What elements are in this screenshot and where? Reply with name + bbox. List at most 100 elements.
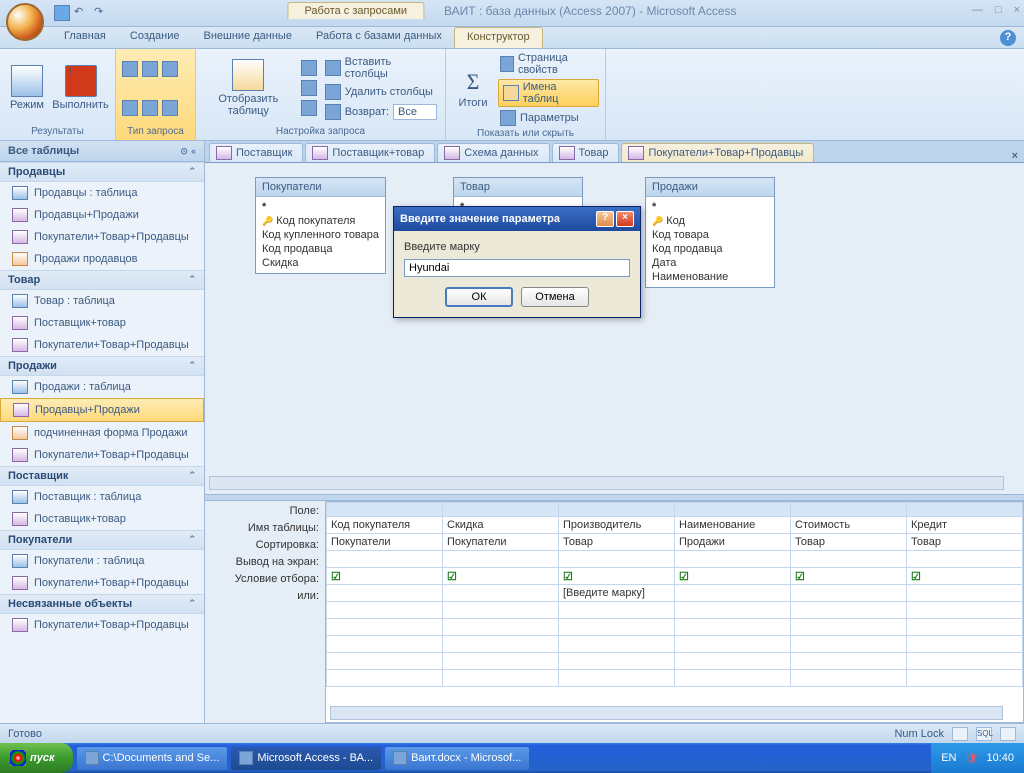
nav-item[interactable]: подчиненная форма Продажи	[0, 422, 204, 444]
grid-cell[interactable]	[443, 551, 559, 568]
grid-cell[interactable]: Покупатели	[443, 534, 559, 551]
grid-cell[interactable]	[559, 653, 675, 670]
grid-cell[interactable]	[907, 619, 1023, 636]
grid-cell[interactable]	[791, 619, 907, 636]
parameter-input[interactable]	[404, 259, 630, 277]
tab-design[interactable]: Конструктор	[454, 27, 543, 48]
tray-lang[interactable]: EN	[941, 752, 956, 764]
grid-cell[interactable]	[791, 585, 907, 602]
nav-item[interactable]: Покупатели+Товар+Продавцы	[0, 614, 204, 636]
grid-cell[interactable]: Покупатели	[327, 534, 443, 551]
grid-cell[interactable]: Код покупателя	[327, 517, 443, 534]
close-tab-icon[interactable]: ×	[1006, 150, 1024, 162]
grid-cell[interactable]	[791, 602, 907, 619]
return-button[interactable]: Возврат:Все	[323, 103, 439, 121]
grid-cell[interactable]	[675, 619, 791, 636]
delete-rows-button[interactable]	[299, 79, 319, 97]
grid-cell[interactable]	[907, 551, 1023, 568]
crosstab-icon[interactable]	[142, 61, 158, 77]
append-icon[interactable]	[142, 100, 158, 116]
grid-cell[interactable]	[327, 551, 443, 568]
grid-cell[interactable]	[327, 503, 443, 517]
dialog-help-icon[interactable]: ?	[596, 211, 614, 227]
grid-cell[interactable]	[327, 585, 443, 602]
grid-cell[interactable]	[327, 636, 443, 653]
table-box[interactable]: Покупатели*🔑Код покупателяКод купленного…	[255, 177, 386, 274]
nav-item[interactable]: Покупатели+Товар+Продавцы	[0, 572, 204, 594]
grid-cell[interactable]: [Введите марку]	[559, 585, 675, 602]
show-table-button[interactable]: Отобразить таблицу	[202, 57, 295, 119]
view-button[interactable]: Режим	[6, 63, 48, 113]
grid-cell[interactable]: Стоимость	[791, 517, 907, 534]
grid-cell[interactable]: ☑	[443, 568, 559, 585]
grid-cell[interactable]: Товар	[907, 534, 1023, 551]
maketable-icon[interactable]	[162, 61, 178, 77]
cancel-button[interactable]: Отмена	[521, 287, 589, 307]
grid-cell[interactable]	[559, 602, 675, 619]
grid-cell[interactable]	[907, 602, 1023, 619]
nav-item[interactable]: Продавцы : таблица	[0, 182, 204, 204]
office-button[interactable]	[6, 3, 44, 41]
grid-cell[interactable]	[443, 636, 559, 653]
grid-cell[interactable]	[327, 653, 443, 670]
dialog-titlebar[interactable]: Введите значение параметра ? ×	[394, 207, 640, 231]
nav-item[interactable]: Покупатели : таблица	[0, 550, 204, 572]
nav-header[interactable]: Все таблицы ⊙ «	[0, 141, 204, 162]
parameters-button[interactable]: Параметры	[498, 109, 599, 127]
delete-icon[interactable]	[162, 100, 178, 116]
taskbar-item[interactable]: Ваит.docx - Microsof...	[385, 747, 529, 770]
grid-cell[interactable]	[675, 670, 791, 687]
redo-icon[interactable]: ↷	[94, 5, 110, 21]
nav-item[interactable]: Поставщик+товар	[0, 508, 204, 530]
insert-rows-button[interactable]	[299, 59, 319, 77]
nav-item[interactable]: Продажи : таблица	[0, 376, 204, 398]
splitter[interactable]	[205, 494, 1024, 501]
grid-cell[interactable]	[559, 619, 675, 636]
nav-item[interactable]: Поставщик+товар	[0, 312, 204, 334]
grid-cell[interactable]	[675, 602, 791, 619]
grid-cell[interactable]	[327, 670, 443, 687]
document-tab[interactable]: Поставщик	[209, 143, 303, 162]
grid-cell[interactable]	[675, 551, 791, 568]
property-sheet-button[interactable]: Страница свойств	[498, 51, 599, 77]
grid-cell[interactable]	[791, 653, 907, 670]
tray-shield-icon[interactable]: 🛡	[965, 752, 979, 765]
grid-cell[interactable]	[443, 619, 559, 636]
table-box[interactable]: Продажи*🔑КодКод товараКод продавцаДатаНа…	[645, 177, 775, 288]
save-icon[interactable]	[54, 5, 70, 21]
view-datasheet-icon[interactable]	[952, 727, 968, 741]
maximize-icon[interactable]: □	[995, 4, 1002, 16]
grid-cell[interactable]	[559, 636, 675, 653]
grid-cell[interactable]	[907, 670, 1023, 687]
nav-item[interactable]: Продавцы+Продажи	[0, 398, 204, 422]
grid-cell[interactable]	[443, 670, 559, 687]
document-tab[interactable]: Схема данных	[437, 143, 549, 162]
document-tab[interactable]: Товар	[552, 143, 620, 162]
grid-cell[interactable]	[791, 551, 907, 568]
nav-group-header[interactable]: Продажи⌃	[0, 356, 204, 376]
grid-cell[interactable]	[791, 636, 907, 653]
grid-cell[interactable]	[559, 670, 675, 687]
grid-cell[interactable]: Продажи	[675, 534, 791, 551]
grid-cell[interactable]: Производитель	[559, 517, 675, 534]
help-icon[interactable]: ?	[1000, 30, 1016, 46]
ok-button[interactable]: ОК	[445, 287, 513, 307]
h-scrollbar[interactable]	[209, 476, 1004, 490]
builder-button[interactable]	[299, 99, 319, 117]
grid-cell[interactable]	[791, 670, 907, 687]
nav-group-header[interactable]: Товар⌃	[0, 270, 204, 290]
tab-database[interactable]: Работа с базами данных	[304, 27, 454, 48]
view-design-icon[interactable]	[1000, 727, 1016, 741]
table-names-button[interactable]: Имена таблиц	[498, 79, 599, 107]
tab-home[interactable]: Главная	[52, 27, 118, 48]
delete-cols-button[interactable]: Удалить столбцы	[323, 83, 439, 101]
grid-cell[interactable]: ☑	[907, 568, 1023, 585]
tab-create[interactable]: Создание	[118, 27, 192, 48]
nav-item[interactable]: Покупатели+Товар+Продавцы	[0, 226, 204, 248]
nav-item[interactable]: Покупатели+Товар+Продавцы	[0, 334, 204, 356]
nav-group-header[interactable]: Поставщик⌃	[0, 466, 204, 486]
grid-cell[interactable]: Товар	[559, 534, 675, 551]
grid-cell[interactable]: ☑	[791, 568, 907, 585]
select-query-icon[interactable]	[122, 61, 138, 77]
grid-cell[interactable]	[675, 653, 791, 670]
